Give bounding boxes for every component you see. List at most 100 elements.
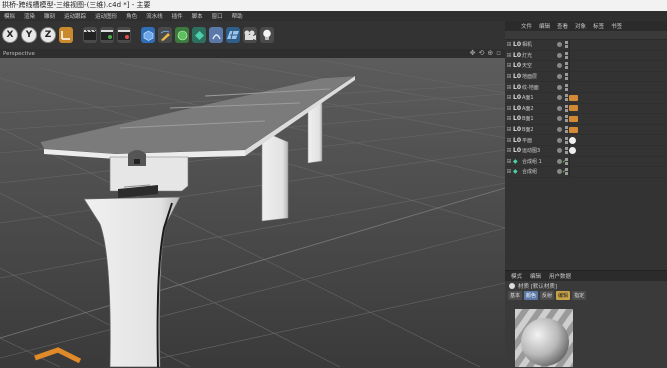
viewport-label: Perspective: [3, 50, 35, 57]
object-list: ⊞ L0 相机 ⊞ L0 灯光 ⊞ L0 天空 ⊞ L0 地面层 ⊞ L0 纹-地面 ⊞ L0 A面1 …: [505, 40, 667, 178]
array-icon[interactable]: [192, 27, 206, 43]
menu-item[interactable]: 插件: [172, 12, 183, 20]
menu-item[interactable]: 流水线: [146, 12, 163, 20]
null-object-icon: L0: [513, 147, 521, 155]
subtab-editor[interactable]: 编辑: [556, 291, 571, 300]
cube-icon[interactable]: [141, 27, 155, 43]
object-row[interactable]: ⊞ L0 A面2: [505, 103, 667, 115]
coordinate-system-icon[interactable]: [59, 27, 73, 43]
subtab-reflectance[interactable]: 反射: [540, 291, 555, 300]
tab-view[interactable]: 查看: [557, 22, 568, 30]
null-object-icon: L0: [513, 94, 521, 102]
pen-spline-icon[interactable]: [158, 27, 172, 43]
object-row[interactable]: ⊞ L0 天空: [505, 61, 667, 72]
material-tag-icon[interactable]: [569, 105, 578, 112]
object-row[interactable]: ⊞ L0 B面1: [505, 114, 667, 125]
menu-item[interactable]: 帮助: [232, 12, 243, 20]
object-manager-tabs: 文件 编辑 查看 对象 标签 书签: [505, 21, 667, 31]
deformer-icon[interactable]: [209, 27, 223, 43]
render-picture-viewer-icon[interactable]: [100, 27, 114, 43]
tab-mode[interactable]: 模式: [511, 272, 522, 280]
object-row[interactable]: ⊞ L0 纹-地面: [505, 82, 667, 93]
null-object-icon: L0: [513, 62, 521, 70]
tab-user-data[interactable]: 用户数据: [549, 272, 571, 280]
material-tag-icon[interactable]: [569, 115, 578, 122]
enabled-check-icon[interactable]: ✓: [562, 158, 567, 165]
null-object-icon: L0: [513, 136, 521, 144]
material-tag-icon[interactable]: [569, 94, 578, 101]
visibility-dot[interactable]: [557, 74, 562, 80]
subtab-color[interactable]: 颜色: [524, 291, 539, 300]
cloner-object-icon: ◆: [513, 157, 518, 165]
visibility-dot[interactable]: [557, 95, 562, 101]
attribute-manager-tabs: 模式 编辑 用户数据: [505, 271, 667, 281]
visibility-dot[interactable]: [557, 127, 562, 133]
menu-item[interactable]: 运动图形: [95, 12, 117, 20]
subdivision-surface-icon[interactable]: [175, 27, 189, 43]
middle-pier[interactable]: [260, 129, 289, 222]
material-icon: [509, 283, 515, 289]
menu-item[interactable]: 运动跟踪: [64, 12, 86, 20]
visibility-dot[interactable]: [557, 52, 562, 58]
axis-x-button[interactable]: X: [2, 27, 18, 43]
tab-tags[interactable]: 标签: [593, 22, 604, 30]
pier-cap[interactable]: [109, 156, 189, 192]
zoom-view-icon[interactable]: ⊕: [487, 49, 493, 58]
viewport-header: Perspective ✥ ⟲ ⊕ ▫: [0, 49, 505, 58]
attribute-manager: 模式 编辑 用户数据 材质 [默认材质] 基本 颜色 反射 编辑 指定: [505, 270, 667, 368]
menu-item[interactable]: 模拟: [4, 12, 15, 20]
null-object-icon: L0: [513, 41, 521, 49]
visibility-dot[interactable]: [557, 137, 562, 143]
menu-item[interactable]: 雕刻: [44, 12, 55, 20]
object-row[interactable]: ⊞ ◆ 合成组 ✓: [505, 167, 667, 178]
tab-bookmarks[interactable]: 书签: [611, 22, 622, 30]
attribute-title-row: 材质 [默认材质]: [505, 281, 667, 291]
visibility-dot[interactable]: [557, 63, 562, 69]
viewport-scene[interactable]: [0, 58, 505, 367]
camera-icon[interactable]: [243, 27, 257, 43]
object-row[interactable]: ⊞ ◆ 合成组 1 ✓: [505, 156, 667, 168]
menu-item[interactable]: 窗口: [212, 12, 223, 20]
null-object-icon: L0: [513, 73, 521, 81]
object-row[interactable]: ⊞ L0 B面2: [505, 124, 667, 136]
floor-icon[interactable]: [226, 27, 240, 43]
tab-objects[interactable]: 对象: [575, 22, 586, 30]
visibility-dot[interactable]: [557, 116, 562, 122]
render-view-icon[interactable]: [83, 27, 97, 43]
axis-z-button[interactable]: Z: [40, 27, 56, 43]
render-settings-icon[interactable]: [117, 27, 131, 43]
attribute-subtabs: 基本 颜色 反射 编辑 指定: [505, 291, 667, 300]
tab-file[interactable]: 文件: [521, 22, 532, 30]
light-icon[interactable]: [260, 27, 274, 43]
visibility-dot[interactable]: [557, 105, 562, 111]
enabled-check-icon[interactable]: ✓: [562, 168, 567, 175]
tab-edit[interactable]: 编辑: [530, 272, 541, 280]
object-row[interactable]: ⊞ L0 相机: [505, 40, 667, 51]
visibility-dot[interactable]: [557, 84, 562, 90]
object-row[interactable]: ⊞ L0 灯光: [505, 50, 667, 62]
subtab-assign[interactable]: 指定: [572, 291, 587, 300]
menu-item[interactable]: 脚本: [192, 12, 203, 20]
visibility-dot[interactable]: [557, 148, 562, 154]
maximize-view-icon[interactable]: ▫: [496, 49, 501, 58]
object-row[interactable]: ⊞ L0 地面层: [505, 71, 667, 83]
null-object-icon: L0: [513, 104, 521, 112]
axis-y-button[interactable]: Y: [21, 27, 37, 43]
object-row[interactable]: ⊞ L0 A面1: [505, 92, 667, 104]
3d-viewport[interactable]: [0, 58, 505, 367]
rotate-view-icon[interactable]: ⟲: [479, 49, 485, 58]
material-tag-icon[interactable]: [569, 126, 578, 133]
material-preview[interactable]: [515, 309, 573, 367]
material-sphere-icon[interactable]: [569, 147, 576, 155]
object-row[interactable]: ⊞ L0 运动图3: [505, 145, 667, 157]
tab-edit[interactable]: 编辑: [539, 22, 550, 30]
subtab-basic[interactable]: 基本: [508, 291, 523, 300]
null-object-icon: L0: [513, 115, 521, 123]
material-sphere-icon[interactable]: [569, 136, 576, 144]
object-row[interactable]: ⊞ L0 平面: [505, 135, 667, 146]
move-view-icon[interactable]: ✥: [470, 49, 476, 58]
menu-item[interactable]: 渲染: [24, 12, 35, 20]
menu-item[interactable]: 角色: [126, 12, 137, 20]
visibility-dot[interactable]: [557, 42, 562, 48]
window-title: 拱桥-跨线槽模型-三维视图-(三维).c4d *] - 主要: [0, 0, 667, 11]
